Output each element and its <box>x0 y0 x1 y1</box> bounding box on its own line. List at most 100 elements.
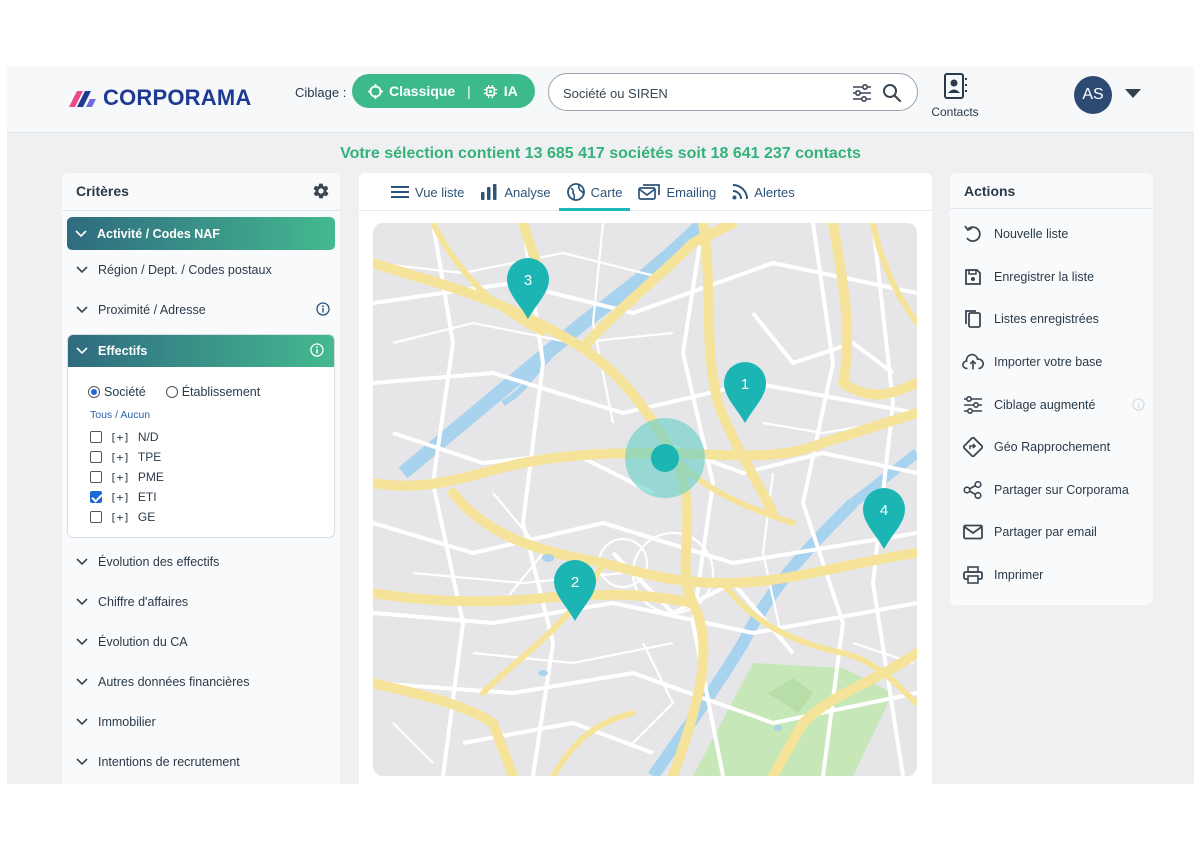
tab-analyse[interactable]: Analyse <box>472 174 558 210</box>
chevron-down-icon[interactable] <box>1125 89 1141 98</box>
criterion-intentions-recrutement[interactable]: Intentions de recrutement <box>62 742 340 782</box>
action-enregistrer[interactable]: Enregistrer la liste <box>950 256 1153 299</box>
expand-prefix[interactable]: [+] <box>110 451 130 464</box>
radio-button[interactable] <box>88 386 100 398</box>
brand-logo[interactable]: CORPORAMA <box>67 85 251 111</box>
criterion-activite[interactable]: Activité / Codes NAF <box>67 217 335 250</box>
criterion-evolution-ca[interactable]: Évolution du CA <box>62 622 340 662</box>
criterion-proximite[interactable]: Proximité / Adresse <box>62 290 340 330</box>
effectifs-scope-radios: Société Établissement <box>68 367 334 399</box>
tab-vue-liste[interactable]: Vue liste <box>383 174 472 210</box>
criteria-panel: Critères Activité / Codes NAF Région / D… <box>62 173 340 784</box>
chevron-down-icon <box>76 347 90 355</box>
radio-label: Établissement <box>181 385 261 399</box>
contacts-button[interactable]: Contacts <box>925 72 985 119</box>
chevron-down-icon <box>76 598 90 606</box>
list-icon <box>391 186 409 198</box>
action-ciblage-augmente[interactable]: Ciblage augmenté <box>950 383 1153 426</box>
criterion-evolution-effectifs[interactable]: Évolution des effectifs <box>62 542 340 582</box>
chevron-down-icon <box>76 638 90 646</box>
action-label: Importer votre base <box>994 355 1103 370</box>
option-pme[interactable]: [+] PME <box>90 467 334 487</box>
user-avatar[interactable]: AS <box>1074 76 1112 114</box>
criterion-label: Autres données financières <box>98 675 250 689</box>
radio-button[interactable] <box>165 386 178 398</box>
criterion-label: Proximité / Adresse <box>98 303 206 317</box>
criterion-immobilier[interactable]: Immobilier <box>62 702 340 742</box>
results-panel: Vue liste Analyse Carte Emailing Alertes <box>359 173 932 784</box>
action-partager-email[interactable]: Partager par email <box>950 511 1153 554</box>
criterion-label: Chiffre d'affaires <box>98 595 189 609</box>
checkbox[interactable] <box>90 431 102 443</box>
envelope-icon <box>962 524 984 540</box>
tab-label: Emailing <box>666 184 717 200</box>
filter-sliders-icon[interactable] <box>852 84 872 102</box>
radio-label: Société <box>104 385 146 399</box>
expand-prefix[interactable]: [+] <box>110 511 130 524</box>
criterion-label: Effectifs <box>98 344 148 358</box>
expand-prefix[interactable]: [+] <box>110 431 130 444</box>
contacts-label: Contacts <box>931 105 979 119</box>
criterion-chiffre-affaires[interactable]: Chiffre d'affaires <box>62 582 340 622</box>
action-nouvelle-liste[interactable]: Nouvelle liste <box>950 213 1153 256</box>
expand-prefix[interactable]: [+] <box>110 471 130 484</box>
expand-prefix[interactable]: [+] <box>110 491 130 504</box>
action-label: Imprimer <box>994 568 1044 583</box>
option-label: TPE <box>137 450 162 464</box>
info-icon[interactable] <box>1132 398 1145 412</box>
info-icon[interactable] <box>316 302 330 316</box>
tab-alertes[interactable]: Alertes <box>724 174 802 210</box>
globe-icon <box>566 183 585 201</box>
action-imprimer[interactable]: Imprimer <box>950 554 1153 597</box>
option-ge[interactable]: [+] GE <box>90 507 334 527</box>
criteria-title: Critères <box>76 183 129 199</box>
map-view[interactable]: 3 1 2 4 <box>373 223 917 776</box>
info-icon[interactable] <box>310 343 324 357</box>
search-box <box>548 73 918 111</box>
checkbox[interactable] <box>90 471 102 483</box>
checkbox[interactable] <box>90 511 102 523</box>
checkbox[interactable] <box>90 451 102 463</box>
ciblage-label: Ciblage : <box>295 85 347 100</box>
tab-label: Alertes <box>754 184 795 200</box>
action-partager-corporama[interactable]: Partager sur Corporama <box>950 469 1153 512</box>
city-map: 3 1 2 4 <box>373 223 917 776</box>
crosshair-icon <box>368 83 383 99</box>
ciblage-separator: | <box>467 83 471 99</box>
chevron-down-icon <box>76 306 90 314</box>
ciblage-ia-button[interactable]: IA <box>483 83 518 99</box>
action-importer[interactable]: Importer votre base <box>950 341 1153 384</box>
checkbox[interactable] <box>90 491 102 503</box>
ciblage-classique-button[interactable]: Classique <box>368 83 455 99</box>
marker-label: 2 <box>571 574 579 591</box>
share-icon <box>962 480 984 499</box>
search-input[interactable] <box>563 83 843 103</box>
option-eti[interactable]: [+] ETI <box>90 487 334 507</box>
directions-icon <box>962 437 984 458</box>
gear-icon[interactable] <box>312 182 330 200</box>
criterion-label: Intentions de recrutement <box>98 755 240 769</box>
action-label: Partager sur Corporama <box>994 482 1129 497</box>
corporama-logo-icon <box>69 91 96 107</box>
action-label: Enregistrer la liste <box>994 269 1095 284</box>
tous-aucun-link[interactable]: Tous / Aucun <box>68 399 334 421</box>
action-label: Géo Rapprochement <box>994 440 1111 455</box>
criterion-region[interactable]: Région / Dept. / Codes postaux <box>62 250 340 290</box>
chevron-down-icon <box>76 678 90 686</box>
criterion-autres-financieres[interactable]: Autres données financières <box>62 662 340 702</box>
tab-carte[interactable]: Carte <box>558 174 631 211</box>
action-geo-rapprochement[interactable]: Géo Rapprochement <box>950 426 1153 469</box>
radio-etablissement[interactable]: Établissement <box>165 385 261 399</box>
action-label: Nouvelle liste <box>994 227 1069 242</box>
option-nd[interactable]: [+] N/D <box>90 427 334 447</box>
action-label: Partager par email <box>994 525 1097 540</box>
criteria-header: Critères <box>62 173 340 211</box>
radio-societe[interactable]: Société <box>88 385 146 399</box>
option-tpe[interactable]: [+] TPE <box>90 447 334 467</box>
tab-emailing[interactable]: Emailing <box>630 174 724 210</box>
action-label: Listes enregistrées <box>994 312 1099 327</box>
criterion-effectifs[interactable]: Effectifs <box>68 335 334 367</box>
chevron-down-icon <box>76 266 90 274</box>
action-listes-enregistrees[interactable]: Listes enregistrées <box>950 298 1153 341</box>
search-icon[interactable] <box>882 83 902 103</box>
